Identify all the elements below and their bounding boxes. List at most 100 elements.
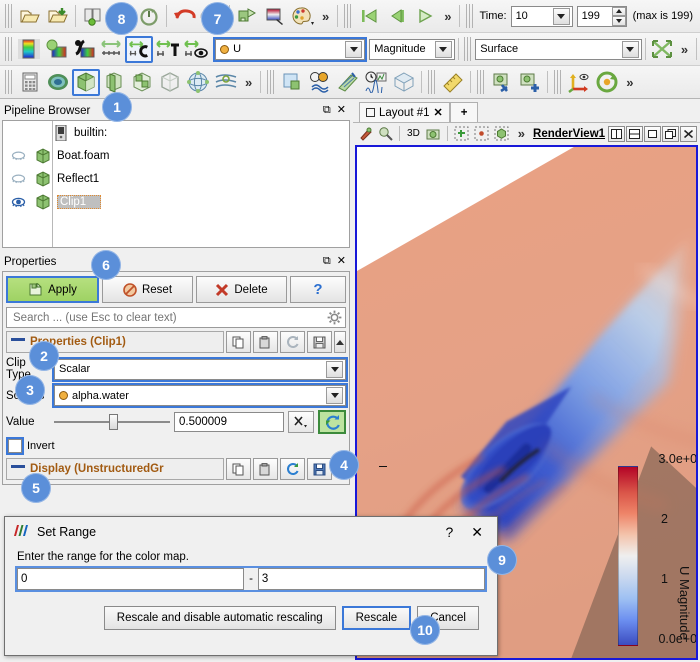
toolbar-overflow-2[interactable]: » — [676, 42, 693, 57]
chevron-down-icon[interactable] — [434, 40, 452, 58]
open-file-icon[interactable] — [16, 3, 44, 30]
camera-link-icon[interactable] — [488, 69, 516, 96]
vcr-toolbar-grip[interactable] — [344, 4, 353, 28]
undock-view-icon[interactable] — [662, 125, 680, 142]
range-max-input[interactable]: 3 — [257, 568, 485, 590]
rescale-to-data-range-icon[interactable] — [97, 36, 125, 63]
scroll-up-icon[interactable] — [334, 331, 346, 353]
split-vertical-icon[interactable] — [626, 125, 644, 142]
save-defaults-icon[interactable] — [307, 331, 332, 353]
axes-visibility-icon[interactable] — [565, 69, 593, 96]
color-array-combo[interactable]: U — [213, 36, 368, 62]
interactive-select-icon[interactable] — [357, 125, 374, 142]
hover-points-icon[interactable] — [377, 125, 394, 142]
scalars-combo[interactable]: alpha.water — [52, 383, 348, 408]
undock-icon[interactable]: ⧉ — [323, 256, 331, 267]
close-icon[interactable]: ✕ — [337, 256, 346, 267]
copy-icon[interactable] — [226, 331, 251, 353]
contour-icon[interactable] — [44, 69, 72, 96]
layout-tab-1[interactable]: Layout #1 ✕ — [359, 102, 450, 122]
undo-icon[interactable] — [170, 3, 198, 30]
time-toolbar-grip[interactable] — [466, 4, 475, 28]
display-section-header[interactable]: Display (UnstructuredGr — [6, 458, 346, 480]
value-slider[interactable] — [54, 413, 170, 431]
view-toolbar-overflow[interactable]: » — [513, 126, 530, 141]
clear-icon[interactable] — [288, 411, 314, 433]
new-layout-tab[interactable]: + — [449, 102, 479, 122]
clip-type-combo[interactable]: Scalar — [52, 356, 348, 382]
paste-icon[interactable] — [253, 331, 278, 353]
delete-button[interactable]: Delete — [196, 276, 287, 303]
close-icon[interactable]: ✕ — [337, 105, 346, 116]
rescale-disable-auto-button[interactable]: Rescale and disable automatic rescaling — [103, 606, 336, 630]
invert-checkbox[interactable] — [6, 437, 24, 455]
previous-frame-icon[interactable] — [383, 3, 411, 30]
3d-toggle-label[interactable]: 3D — [405, 125, 422, 142]
reset-camera-icon[interactable] — [649, 36, 676, 63]
stream-tracer-icon[interactable] — [212, 69, 240, 96]
collapse-toggle-icon[interactable] — [11, 337, 25, 347]
spin-up-icon[interactable] — [611, 6, 626, 16]
play-icon[interactable] — [411, 3, 439, 30]
chevron-down-icon[interactable] — [326, 387, 343, 404]
rescale-custom-range-icon[interactable] — [125, 35, 154, 63]
chevron-down-icon[interactable] — [621, 40, 639, 58]
frame-spinbox[interactable]: 199 — [576, 5, 627, 27]
extract-block-icon[interactable] — [390, 69, 418, 96]
calculator-icon[interactable] — [16, 69, 44, 96]
select-blocks-icon[interactable] — [493, 125, 510, 142]
dialog-close-icon[interactable]: ✕ — [471, 524, 483, 541]
help-button[interactable]: ? — [290, 276, 346, 303]
representation-combo[interactable]: Surface — [475, 38, 642, 60]
camera-icon[interactable] — [425, 125, 442, 142]
warp-icon[interactable] — [278, 69, 306, 96]
rescale-visible-range-icon[interactable] — [181, 36, 209, 63]
chevron-down-icon[interactable] — [345, 40, 363, 58]
glyph-icon[interactable] — [184, 69, 212, 96]
filters-overflow[interactable]: » — [240, 75, 257, 90]
visibility-eye-icon[interactable] — [7, 150, 29, 161]
maximize-icon[interactable] — [644, 125, 662, 142]
value-input[interactable]: 0.500009 — [174, 412, 284, 432]
choose-preset-icon[interactable] — [70, 36, 97, 63]
search-input[interactable] — [11, 310, 323, 325]
pipeline-item-reflect1[interactable]: Reflect1 — [3, 167, 349, 190]
toolbar-grip[interactable] — [5, 4, 13, 28]
view-name[interactable]: RenderView1 — [533, 128, 605, 140]
axes-grip[interactable] — [554, 70, 563, 94]
extract-subset-icon[interactable] — [156, 69, 184, 96]
properties-search[interactable] — [6, 307, 346, 328]
edit-color-map-icon[interactable] — [43, 36, 70, 63]
rescale-button[interactable]: Rescale — [341, 606, 412, 630]
color-legend-bar[interactable] — [618, 466, 638, 646]
time-combo[interactable]: 10 — [510, 5, 573, 27]
common-grip[interactable] — [267, 70, 276, 94]
slider-knob[interactable] — [108, 414, 118, 430]
restore-defaults-icon[interactable] — [280, 331, 305, 353]
visibility-eye-icon[interactable] — [7, 196, 29, 208]
close-icon[interactable]: ✕ — [434, 106, 443, 119]
clip-icon[interactable] — [72, 68, 100, 96]
plot-over-time-icon[interactable] — [362, 69, 390, 96]
extract-level-icon[interactable] — [334, 69, 362, 96]
rescale-icon[interactable] — [318, 410, 346, 434]
spin-buttons[interactable] — [611, 6, 626, 26]
colormap-editor-icon[interactable] — [261, 3, 289, 30]
first-frame-icon[interactable] — [355, 3, 383, 30]
reset-button[interactable]: Reset — [102, 276, 193, 303]
close-view-icon[interactable] — [680, 125, 698, 142]
chevron-down-icon[interactable] — [552, 7, 570, 25]
camera-add-icon[interactable] — [516, 69, 544, 96]
filters-grip[interactable] — [5, 70, 13, 94]
restore-defaults-icon[interactable] — [280, 458, 305, 480]
threshold-icon[interactable] — [128, 69, 156, 96]
split-horizontal-icon[interactable] — [608, 125, 626, 142]
toolbar-overflow-1[interactable]: » — [317, 9, 334, 24]
measure-grip[interactable] — [428, 70, 437, 94]
edit-color-legend-icon[interactable] — [16, 36, 43, 63]
copy-icon[interactable] — [226, 458, 251, 480]
gear-icon[interactable] — [323, 308, 345, 327]
pipeline-item-clip1[interactable]: Clip1 — [3, 190, 349, 213]
range-min-input[interactable]: 0 — [17, 568, 245, 590]
ruler-icon[interactable] — [439, 69, 467, 96]
